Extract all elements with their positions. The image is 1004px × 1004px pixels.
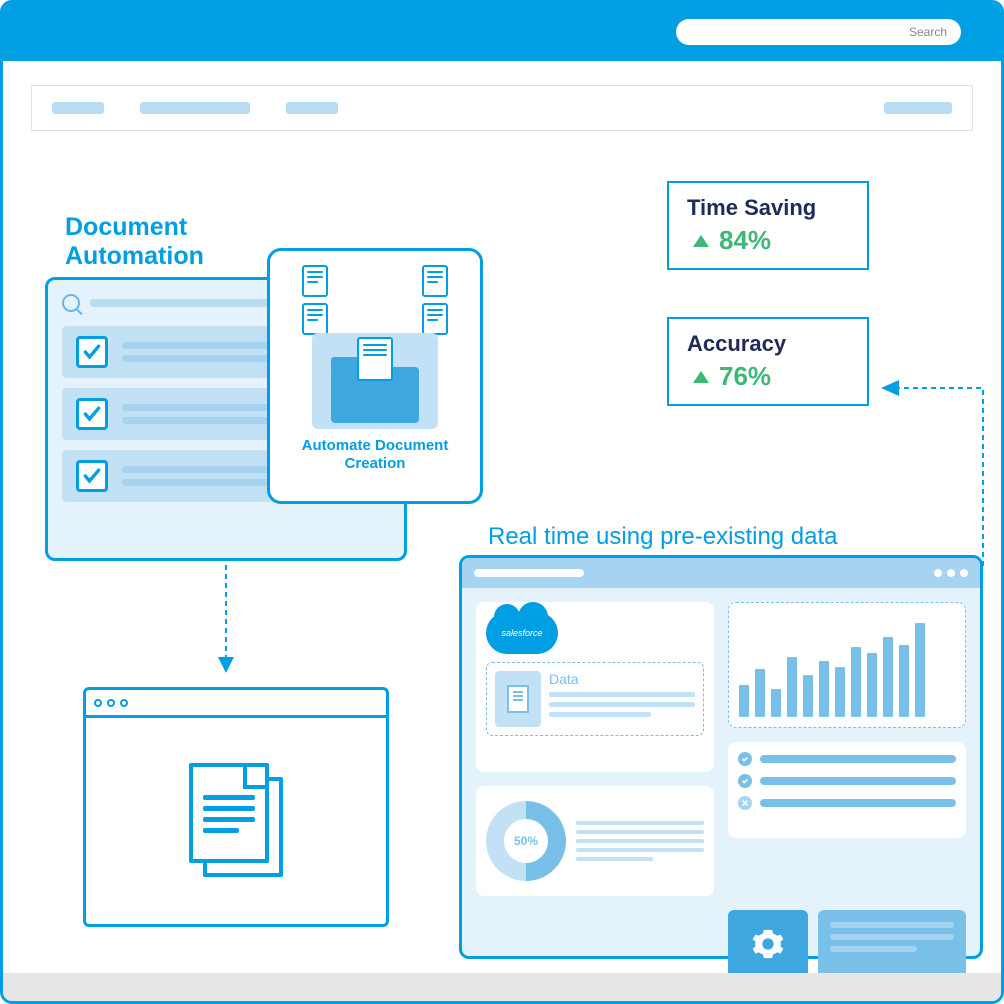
stat-time-saving: Time Saving 84%	[667, 181, 869, 270]
arrow-path-icon	[875, 378, 985, 568]
window-dot-icon	[960, 569, 968, 577]
stat-title: Accuracy	[687, 331, 849, 357]
bar	[755, 669, 765, 717]
placeholder-line	[474, 569, 584, 577]
window-header	[86, 690, 386, 718]
document-icon	[302, 265, 328, 297]
bar	[915, 623, 925, 717]
browser-header: Search	[3, 3, 1001, 61]
search-icon	[62, 294, 80, 312]
bar	[787, 657, 797, 717]
bar	[835, 667, 845, 717]
content-area: Document Automation	[3, 131, 1001, 1001]
salesforce-card: salesforce Data	[476, 602, 714, 772]
checkbox-icon[interactable]	[76, 398, 108, 430]
stat-value: 84%	[719, 225, 771, 256]
nav-item[interactable]	[52, 102, 104, 114]
window-dot-icon	[107, 699, 115, 707]
document-icon	[422, 303, 448, 335]
data-box: Data	[486, 662, 704, 736]
folder-printer	[312, 333, 438, 429]
mini-docs-group	[302, 265, 448, 335]
documents-icon	[189, 763, 283, 879]
donut-card: 50%	[476, 786, 714, 896]
salesforce-cloud-icon: salesforce	[486, 612, 558, 654]
stat-value: 76%	[719, 361, 771, 392]
file-window	[83, 687, 389, 927]
bar-chart	[728, 602, 966, 728]
bar	[803, 675, 813, 717]
realtime-title: Real time using pre-existing data	[488, 523, 838, 551]
bar	[883, 637, 893, 717]
bar	[739, 685, 749, 717]
document-icon	[422, 265, 448, 297]
triangle-up-icon	[693, 235, 709, 247]
bar	[899, 645, 909, 717]
nav-item[interactable]	[140, 102, 250, 114]
data-document-icon	[495, 671, 541, 727]
footer-bar	[3, 973, 1001, 1001]
search-input[interactable]: Search	[676, 19, 961, 45]
arrow-down-icon	[216, 565, 236, 675]
check-circle-icon	[738, 752, 752, 766]
bar	[819, 661, 829, 717]
window-dot-icon	[120, 699, 128, 707]
folder-icon	[331, 367, 419, 423]
donut-chart-icon: 50%	[486, 801, 566, 881]
browser-frame: Search Document Automation	[0, 0, 1004, 1004]
automate-doc-card: Automate Document Creation	[267, 248, 483, 504]
gear-icon	[751, 927, 785, 961]
triangle-up-icon	[693, 371, 709, 383]
checklist-card	[728, 742, 966, 838]
window-dot-icon	[947, 569, 955, 577]
bar	[771, 689, 781, 717]
dashboard-header	[462, 558, 980, 588]
data-label: Data	[549, 671, 695, 687]
x-circle-icon	[738, 796, 752, 810]
bar	[851, 647, 861, 717]
nav-item[interactable]	[884, 102, 952, 114]
bar	[867, 653, 877, 717]
document-icon	[302, 303, 328, 335]
dashboard-panel: salesforce Data 50%	[459, 555, 983, 959]
lines-card	[818, 910, 966, 978]
nav-bar	[31, 85, 973, 131]
stat-title: Time Saving	[687, 195, 849, 221]
document-output-icon	[357, 337, 393, 381]
window-dot-icon	[934, 569, 942, 577]
search-placeholder: Search	[909, 25, 947, 39]
document-automation-title: Document Automation	[65, 213, 204, 271]
settings-card[interactable]	[728, 910, 808, 978]
window-dot-icon	[94, 699, 102, 707]
checkbox-icon[interactable]	[76, 336, 108, 368]
automate-doc-label: Automate Document Creation	[280, 437, 470, 473]
checkbox-icon[interactable]	[76, 460, 108, 492]
nav-item[interactable]	[286, 102, 338, 114]
check-circle-icon	[738, 774, 752, 788]
stat-accuracy: Accuracy 76%	[667, 317, 869, 406]
